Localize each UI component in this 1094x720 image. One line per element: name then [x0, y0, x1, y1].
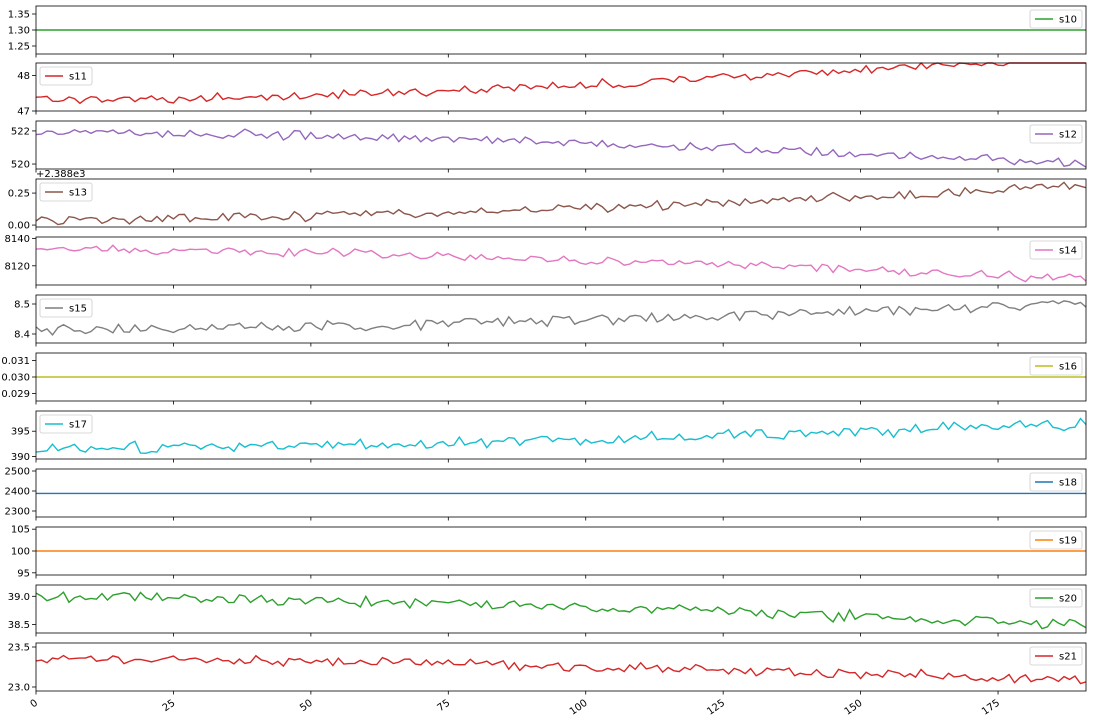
y-tick-label: 395	[11, 427, 30, 438]
y-tick-label: 47	[17, 107, 30, 118]
y-tick-label: 2500	[5, 467, 30, 478]
series-line-s14	[35, 244, 1087, 283]
series-line-s15	[35, 300, 1087, 336]
panel-s20: 38.5 39.0 s20	[8, 584, 1087, 637]
legend-label: s11	[69, 72, 87, 83]
y-tick-label: 8.5	[14, 300, 30, 311]
panel-s15: 8.4 8.5 s15	[14, 294, 1087, 347]
x-tick-label: 100	[568, 698, 590, 718]
y-offset-label: +2.388e3	[36, 169, 86, 180]
x-tick-label: 125	[705, 698, 727, 718]
panel-s14: 8120 8140 s14	[5, 234, 1087, 289]
legend-label: s20	[1059, 594, 1077, 605]
legend: s15	[39, 298, 93, 318]
axes-frame	[35, 236, 1087, 286]
y-tick-label: 23.5	[8, 643, 30, 654]
x-tick-label: 75	[436, 698, 453, 714]
panel-s10: 1.25 1.30 1.35 s10	[8, 5, 1087, 58]
legend: s14	[1029, 240, 1083, 260]
legend: s13	[39, 182, 93, 202]
x-tick-label: 25	[161, 698, 178, 714]
series-line-s20	[35, 591, 1087, 630]
legend: s18	[1029, 472, 1083, 492]
y-tick-label: 2300	[5, 507, 30, 518]
panel-s16: 0.029 0.030 0.031 s16	[1, 352, 1087, 405]
panel-s19: 95 100 105 s19	[11, 525, 1087, 579]
y-tick-label: 522	[11, 126, 30, 137]
x-tick-label: 0	[28, 698, 40, 711]
series-line-s17	[35, 417, 1087, 454]
legend-label: s12	[1059, 130, 1077, 141]
panel-s18: 2300 2400 2500 s18	[5, 467, 1087, 521]
legend: s12	[1029, 124, 1083, 144]
legend-label: s19	[1059, 536, 1077, 547]
y-tick-label: 2400	[5, 487, 30, 498]
y-tick-label: 39.0	[8, 592, 30, 603]
series-line-s11	[35, 61, 1086, 105]
legend-label: s17	[69, 420, 87, 431]
multi-panel-line-chart: 1.25 1.30 1.35 s10 47 48 s11 520 522 s12 0.00 0.25 +…	[1, 5, 1087, 718]
legend-label: s21	[1059, 652, 1077, 663]
axes-frame	[35, 120, 1087, 170]
legend: s21	[1029, 646, 1083, 666]
legend: s19	[1029, 530, 1083, 550]
legend: s16	[1029, 356, 1083, 376]
panel-s21: 23.0 23.5 s21	[8, 643, 1087, 695]
y-tick-label: 0.030	[1, 373, 30, 384]
y-tick-label: 8.4	[14, 330, 30, 341]
legend: s11	[39, 66, 93, 86]
y-tick-label: 1.35	[8, 10, 30, 21]
series-line-s21	[35, 654, 1087, 685]
y-tick-label: 8120	[5, 261, 30, 272]
panel-s17: 390 395 s17	[11, 410, 1087, 463]
y-tick-label: 23.0	[8, 683, 30, 694]
series-line-s13	[35, 181, 1087, 226]
y-tick-label: 105	[11, 525, 30, 536]
x-tick-label: 50	[298, 698, 315, 714]
x-tick-label: 175	[980, 698, 1002, 718]
legend-label: s13	[69, 188, 87, 199]
x-tick-label: 150	[843, 698, 865, 718]
y-tick-label: 38.5	[8, 620, 30, 631]
y-tick-label: 100	[11, 547, 30, 558]
axes-frame	[35, 294, 1087, 344]
y-tick-label: 1.30	[8, 26, 30, 37]
y-tick-label: 0.029	[1, 389, 30, 400]
panel-s11: 47 48 s11	[17, 61, 1087, 118]
legend-label: s15	[69, 304, 87, 315]
y-tick-label: 48	[17, 71, 30, 82]
y-tick-label: 1.25	[8, 42, 30, 53]
panel-s12: 520 522 s12	[11, 120, 1087, 173]
legend-label: s10	[1059, 15, 1077, 26]
series-line-s12	[35, 128, 1087, 168]
legend: s10	[1029, 9, 1083, 29]
panel-s13: 0.00 0.25 +2.388e3 s13	[8, 169, 1087, 232]
legend-label: s14	[1059, 246, 1077, 257]
legend: s20	[1029, 588, 1083, 608]
legend: s17	[39, 414, 93, 434]
y-tick-label: 0.00	[8, 221, 30, 232]
y-tick-label: 0.25	[8, 189, 30, 200]
y-tick-label: 8140	[5, 234, 30, 245]
legend-label: s16	[1059, 362, 1077, 373]
y-tick-label: 95	[17, 568, 30, 579]
legend-label: s18	[1059, 478, 1077, 489]
axes-frame	[35, 410, 1087, 460]
y-tick-label: 390	[11, 452, 30, 463]
y-tick-label: 0.031	[1, 356, 30, 367]
y-tick-label: 520	[11, 160, 30, 171]
